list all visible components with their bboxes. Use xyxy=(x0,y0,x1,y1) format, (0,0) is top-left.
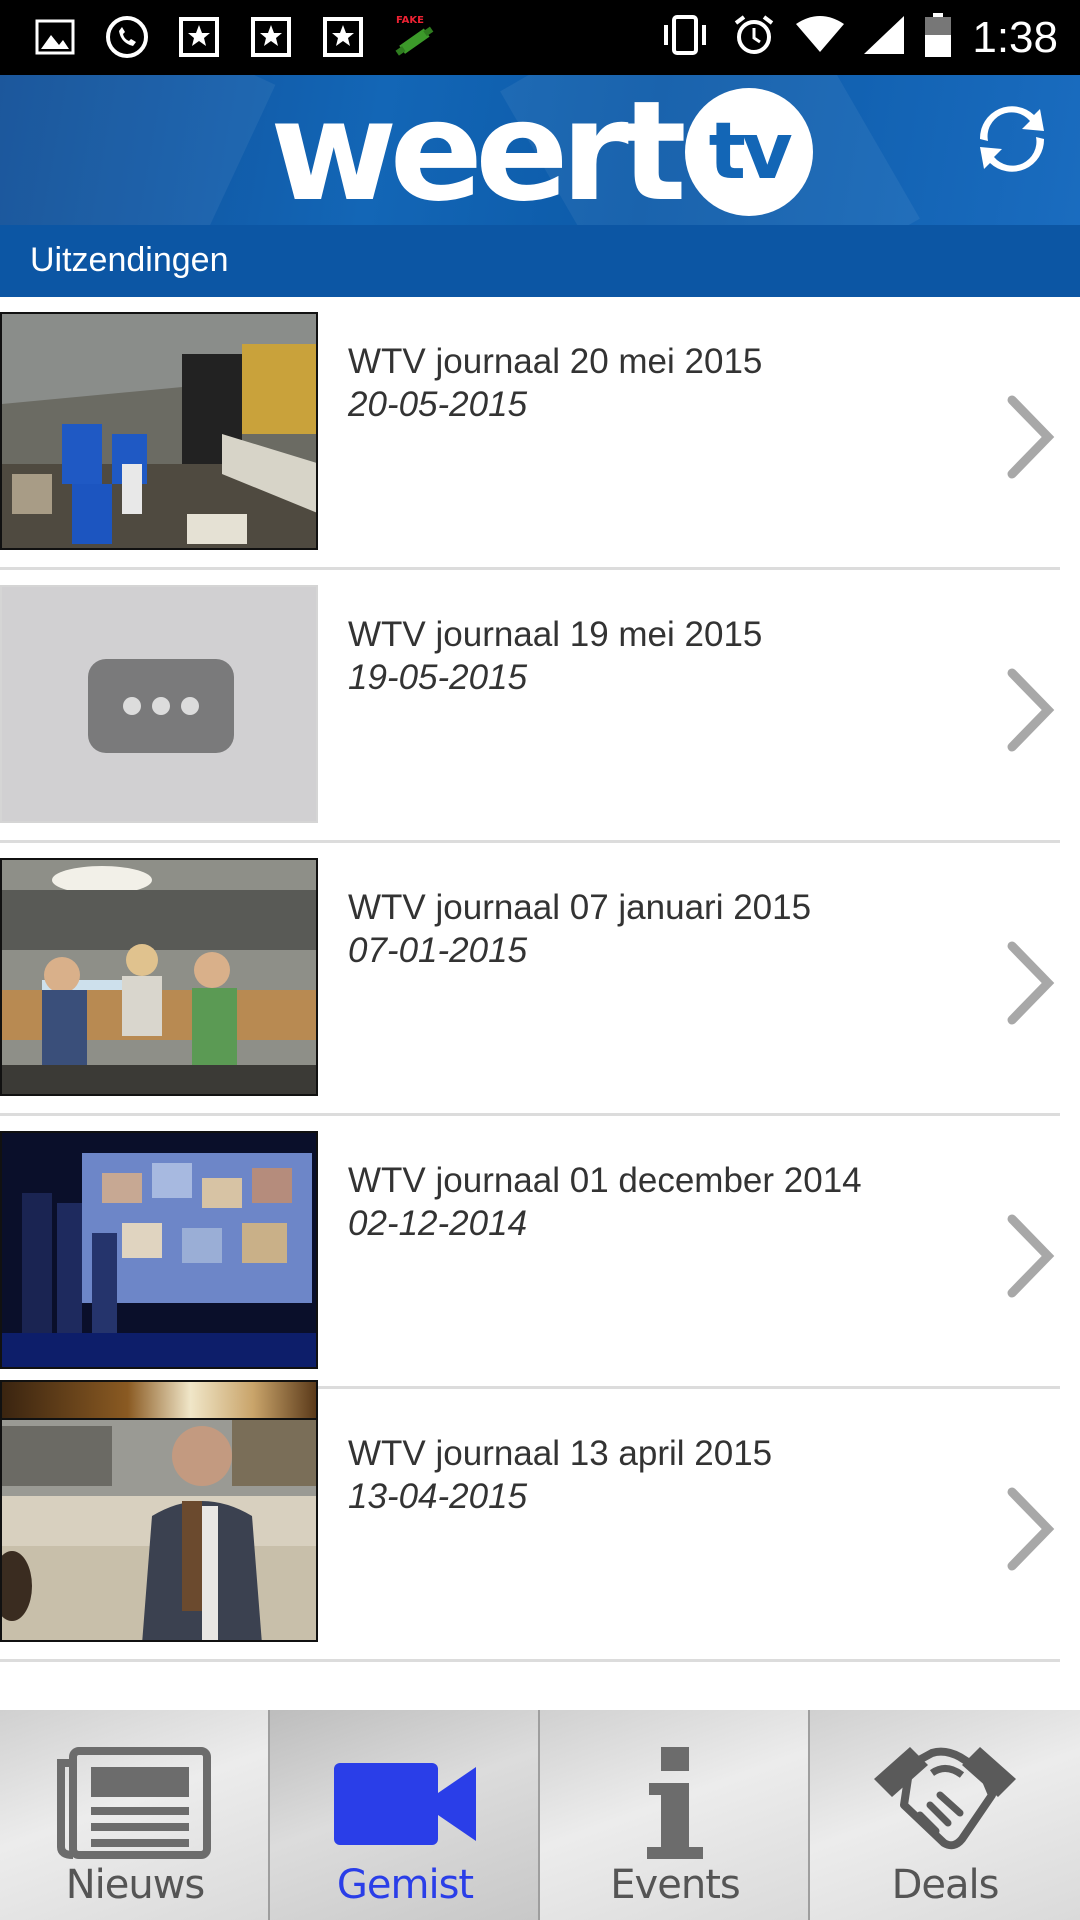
weert-tv-logo: weert tv xyxy=(270,82,813,220)
chevron-right-icon xyxy=(1007,395,1055,479)
bookmark-star-icon xyxy=(174,12,224,62)
logo-badge-text: tv xyxy=(708,106,793,197)
info-icon xyxy=(540,1738,810,1868)
svg-text:FAKE: FAKE xyxy=(396,15,424,26)
broadcast-list[interactable]: WTV journaal 20 mei 2015 20-05-2015 WTV … xyxy=(0,297,1080,1710)
signal-icon xyxy=(864,16,905,59)
header-decoration xyxy=(0,75,276,225)
tab-label: Events xyxy=(610,1862,740,1908)
refresh-icon xyxy=(979,106,1045,172)
broadcast-date: 19-05-2015 xyxy=(348,658,528,697)
status-clock: 1:38 xyxy=(972,12,1058,62)
broadcast-row[interactable]: WTV journaal 07 januari 2015 07-01-2015 xyxy=(0,843,1060,1116)
tab-deals[interactable]: Deals xyxy=(810,1710,1080,1920)
broadcast-title: WTV journaal 01 december 2014 xyxy=(348,1161,862,1200)
whatsapp-icon xyxy=(102,12,152,62)
logo-text: weert xyxy=(270,75,687,225)
wifi-icon xyxy=(796,16,845,59)
app-header: weert tv xyxy=(0,75,1080,225)
tab-events[interactable]: Events xyxy=(540,1710,810,1920)
broadcast-row[interactable]: WTV journaal 01 december 2014 02-12-2014 xyxy=(0,1116,1060,1389)
fake-gps-icon: FAKE xyxy=(390,12,440,62)
broadcast-title: WTV journaal 07 januari 2015 xyxy=(348,888,812,927)
alarm-icon xyxy=(732,13,776,62)
chevron-right-icon xyxy=(1007,1214,1055,1298)
newspaper-icon xyxy=(0,1738,270,1868)
chevron-right-icon xyxy=(1007,1487,1055,1571)
broadcast-thumbnail xyxy=(0,1404,318,1642)
broadcast-thumbnail-partial xyxy=(0,1380,318,1420)
broadcast-thumbnail xyxy=(0,858,318,1096)
broadcast-row[interactable]: WTV journaal 13 april 2015 13-04-2015 xyxy=(0,1389,1060,1662)
broadcast-thumbnail xyxy=(0,1131,318,1369)
section-title: Uitzendingen xyxy=(30,241,229,279)
bookmark-star-icon xyxy=(246,12,296,62)
broadcast-date: 20-05-2015 xyxy=(348,385,528,424)
broadcast-thumbnail xyxy=(0,312,318,550)
broadcast-title: WTV journaal 20 mei 2015 xyxy=(348,342,763,381)
tab-nieuws[interactable]: Nieuws xyxy=(0,1710,270,1920)
section-header: Uitzendingen xyxy=(0,225,1080,297)
system-icons: 1:38 xyxy=(658,10,1058,65)
bookmark-star-icon xyxy=(318,12,368,62)
notification-icons: FAKE xyxy=(30,12,440,62)
tab-label: Nieuws xyxy=(65,1862,206,1908)
tab-label: Deals xyxy=(891,1862,1000,1908)
broadcast-date: 13-04-2015 xyxy=(348,1477,528,1516)
battery-icon xyxy=(924,13,952,62)
broadcast-title: WTV journaal 19 mei 2015 xyxy=(348,615,763,654)
status-bar: FAKE 1:38 xyxy=(0,0,1080,75)
chevron-right-icon xyxy=(1007,668,1055,752)
broadcast-row[interactable]: WTV journaal 20 mei 2015 20-05-2015 xyxy=(0,297,1060,570)
tab-gemist[interactable]: Gemist xyxy=(270,1710,540,1920)
broadcast-row[interactable]: WTV journaal 19 mei 2015 19-05-2015 xyxy=(0,570,1060,843)
broadcast-thumbnail xyxy=(0,585,318,823)
video-camera-icon xyxy=(270,1738,540,1868)
bottom-navigation: Nieuws Gemist Events Deals xyxy=(0,1710,1080,1920)
refresh-button[interactable] xyxy=(972,99,1052,179)
chevron-right-icon xyxy=(1007,941,1055,1025)
vibrate-icon xyxy=(658,15,712,60)
handshake-icon xyxy=(810,1738,1080,1868)
broadcast-date: 02-12-2014 xyxy=(348,1204,528,1243)
tab-label: Gemist xyxy=(336,1862,474,1908)
broadcast-date: 07-01-2015 xyxy=(348,931,528,970)
gallery-icon xyxy=(30,12,80,62)
broadcast-title: WTV journaal 13 april 2015 xyxy=(348,1434,773,1473)
logo-badge: tv xyxy=(684,87,813,216)
